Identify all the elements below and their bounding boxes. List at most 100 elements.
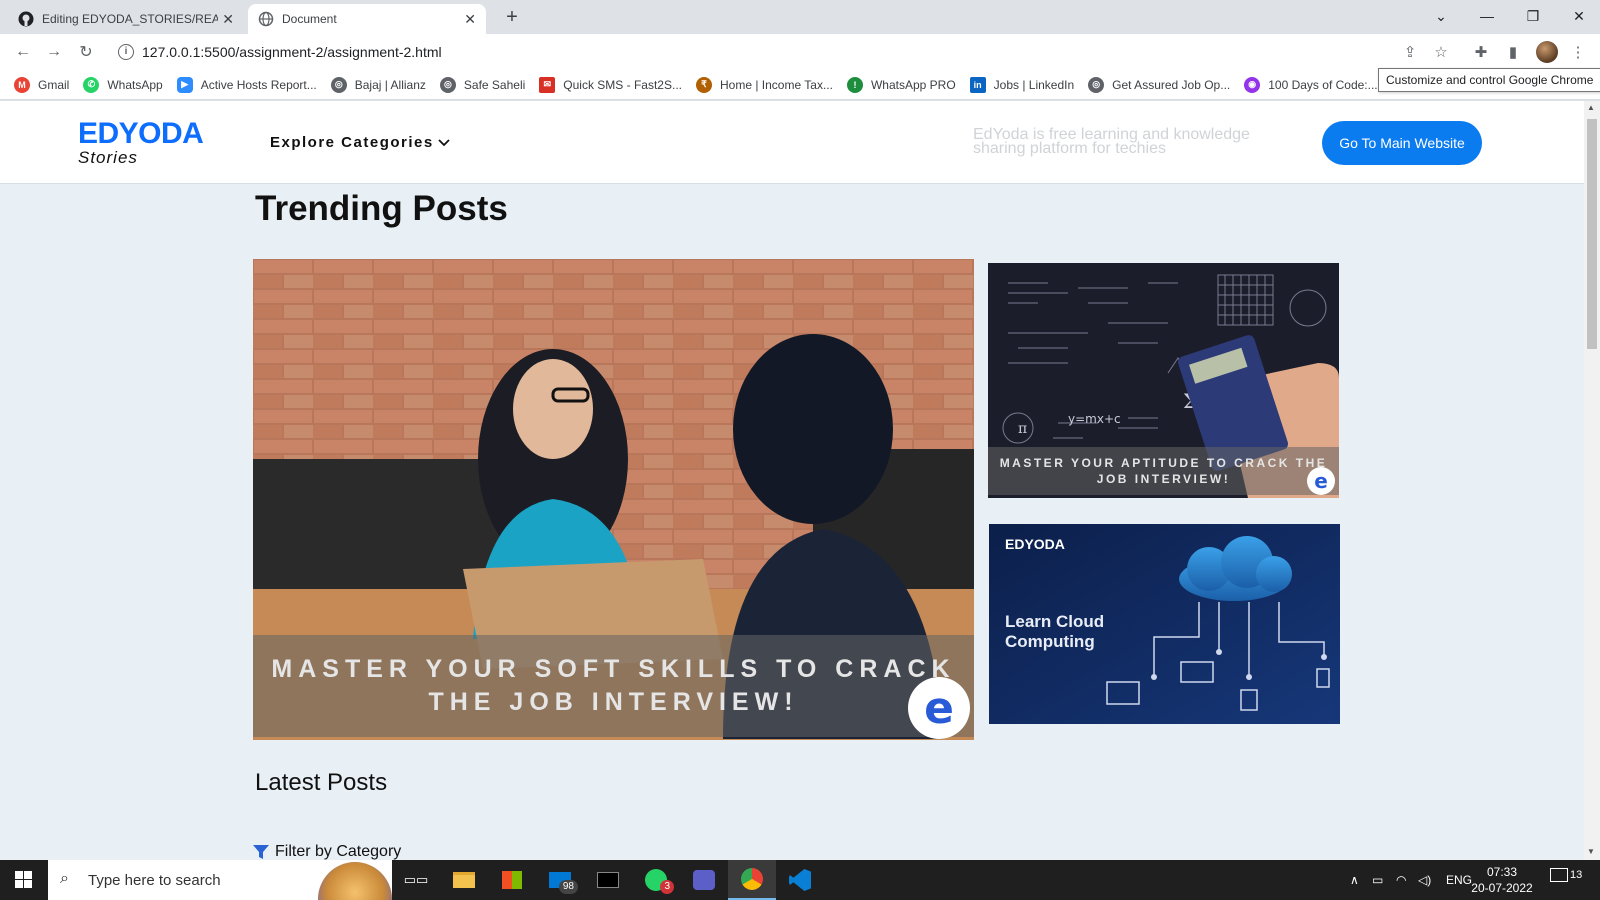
svg-text:π: π (1018, 421, 1027, 437)
whatsapp-taskbar-icon[interactable]: 3 (632, 860, 680, 900)
bookmarks-bar: M Gmail ✆ WhatsApp ▶ Active Hosts Report...… (0, 70, 1600, 100)
search-placeholder: Type here to search (88, 871, 221, 889)
vscode-icon[interactable] (776, 860, 824, 900)
show-hidden-icons-icon[interactable]: ∧ (1350, 860, 1359, 900)
latest-posts-heading: Latest Posts (255, 769, 388, 796)
share-icon[interactable]: ⇪ (1400, 42, 1420, 62)
minimize-icon[interactable]: — (1464, 0, 1510, 32)
explore-label: Explore Categories (270, 134, 434, 151)
volume-icon[interactable]: ◁) (1418, 860, 1431, 900)
whatsapp-pro-icon: ! (846, 76, 863, 93)
reload-icon[interactable]: ↻ (75, 41, 97, 63)
filter-label: Filter by Category (275, 843, 402, 860)
globe-icon: ◎ (439, 76, 456, 93)
windows-taskbar: ⌕ Type here to search ▭▭ 98 3 ∧ ▭ ◠ ◁) E… (0, 860, 1600, 900)
bookmark-safe-saheli[interactable]: ◎ Safe Saheli (439, 76, 525, 93)
task-view-icon[interactable]: ▭▭ (392, 860, 440, 900)
trending-post-cloud[interactable]: EDYODA Learn Cloud Computing (989, 524, 1340, 724)
notification-count: 13 (1570, 868, 1583, 881)
tab-title: Editing EDYODA_STORIES/READM (42, 12, 218, 26)
search-icon: ⌕ (60, 870, 69, 887)
page-scrollbar[interactable]: ▲ ▼ (1584, 101, 1600, 860)
url-text: 127.0.0.1:5500/assignment-2/assignment-2… (142, 44, 442, 60)
go-to-main-website-button[interactable]: Go To Main Website (1322, 121, 1482, 165)
logo-brand: EDYODA (78, 117, 204, 150)
wifi-icon[interactable]: ◠ (1396, 860, 1406, 900)
side-panel-icon[interactable]: ▮ (1503, 42, 1523, 62)
language-indicator[interactable]: ENG (1446, 860, 1472, 900)
edyoda-logo[interactable]: EDYODA Stories (78, 117, 204, 168)
site-header: EDYODA Stories Explore Categories EdYoda… (0, 101, 1584, 184)
filter-icon (253, 845, 269, 859)
forward-icon[interactable]: → (43, 41, 65, 63)
system-clock[interactable]: 07:33 20-07-2022 (1470, 864, 1534, 896)
restore-icon[interactable]: ❐ (1510, 0, 1556, 32)
taskbar-search-input[interactable]: ⌕ Type here to search (48, 860, 392, 900)
edyoda-e-badge-icon: e (1307, 467, 1335, 495)
globe-icon (258, 11, 274, 27)
close-tab-icon[interactable]: ✕ (464, 11, 476, 28)
bookmark-income-tax[interactable]: ₹ Home | Income Tax... (696, 76, 833, 93)
chrome-menu-icon[interactable]: ⋮ (1568, 42, 1588, 62)
explore-categories-menu[interactable]: Explore Categories (270, 134, 450, 151)
globe-icon: ◎ (1088, 76, 1105, 93)
whatsapp-badge: 3 (660, 880, 674, 894)
zoom-icon: ▶ (176, 76, 193, 93)
mail-icon[interactable]: 98 (536, 860, 584, 900)
file-explorer-icon[interactable] (440, 860, 488, 900)
filter-by-category[interactable]: Filter by Category (253, 843, 401, 860)
github-icon (18, 11, 34, 27)
trending-post-aptitude[interactable]: π Σ y=mx+c MASTER YOUR APTITUDE TO CRACK… (988, 263, 1339, 498)
address-bar[interactable]: i 127.0.0.1:5500/assignment-2/assignment… (110, 38, 1390, 66)
extensions-icon[interactable]: ✚ (1471, 42, 1491, 62)
site-info-icon[interactable]: i (118, 44, 134, 60)
bookmark-bajaj[interactable]: ◎ Bajaj | Allianz (330, 76, 426, 93)
globe-icon: ◎ (330, 76, 347, 93)
new-tab-button[interactable]: + (500, 6, 524, 29)
scrollbar-thumb[interactable] (1587, 119, 1597, 349)
notification-center-icon[interactable]: 13 (1550, 868, 1590, 892)
bookmark-quick-sms[interactable]: ✉ Quick SMS - Fast2S... (539, 76, 682, 93)
battery-icon[interactable]: ▭ (1372, 860, 1383, 900)
microsoft-store-icon[interactable] (488, 860, 536, 900)
bookmark-linkedin[interactable]: in Jobs | LinkedIn (969, 76, 1074, 93)
income-tax-icon: ₹ (696, 76, 712, 93)
chrome-menu-tooltip: Customize and control Google Chrome (1378, 68, 1600, 92)
tab-github-editing[interactable]: Editing EDYODA_STORIES/READM ✕ (8, 4, 244, 34)
tab-strip: Editing EDYODA_STORIES/READM ✕ Document … (0, 0, 1600, 34)
tab-title: Document (282, 12, 337, 26)
teams-icon[interactable] (680, 860, 728, 900)
scroll-down-icon[interactable]: ▼ (1587, 847, 1595, 856)
clock-date: 20-07-2022 (1471, 881, 1533, 895)
tab-document[interactable]: Document ✕ (248, 4, 486, 34)
svg-text:y=mx+c: y=mx+c (1068, 412, 1121, 426)
bookmark-100-days-code[interactable]: ◉ 100 Days of Code:... (1244, 76, 1378, 93)
browser-toolbar: ← → ↻ i 127.0.0.1:5500/assignment-2/assi… (0, 34, 1600, 70)
linkedin-icon: in (969, 76, 986, 93)
mail-badge: 98 (558, 880, 578, 894)
trending-heading: Trending Posts (255, 189, 508, 228)
code-icon: ◉ (1244, 76, 1261, 93)
terminal-icon[interactable] (584, 860, 632, 900)
bookmark-active-hosts[interactable]: ▶ Active Hosts Report... (176, 76, 317, 93)
windows-start-icon[interactable] (8, 870, 38, 890)
bookmark-whatsapp-pro[interactable]: ! WhatsApp PRO (846, 76, 956, 93)
cloud-post-title: Learn Cloud Computing (1005, 612, 1105, 651)
bookmark-assured-job[interactable]: ◎ Get Assured Job Op... (1088, 76, 1230, 93)
back-icon[interactable]: ← (12, 41, 34, 63)
trending-post-soft-skills[interactable]: MASTER YOUR SOFT SKILLS TO CRACK THE JOB… (253, 259, 974, 740)
profile-avatar[interactable] (1536, 41, 1558, 63)
logo-sub: Stories (78, 148, 138, 167)
bookmark-star-icon[interactable]: ☆ (1431, 42, 1451, 62)
bookmark-gmail[interactable]: M Gmail (14, 76, 69, 93)
cloud-post-brand: EDYODA (1005, 536, 1065, 552)
search-highlight-graphic (318, 862, 392, 900)
page-viewport: EDYODA Stories Explore Categories EdYoda… (0, 101, 1584, 860)
close-window-icon[interactable]: ✕ (1556, 0, 1600, 32)
site-tagline: EdYoda is free learning and knowledge sh… (973, 126, 1250, 157)
bookmark-whatsapp[interactable]: ✆ WhatsApp (83, 76, 163, 93)
close-tab-icon[interactable]: ✕ (222, 11, 234, 28)
chrome-taskbar-icon[interactable] (728, 860, 776, 900)
scroll-up-icon[interactable]: ▲ (1587, 103, 1595, 112)
tab-search-icon[interactable]: ⌄ (1418, 0, 1464, 32)
